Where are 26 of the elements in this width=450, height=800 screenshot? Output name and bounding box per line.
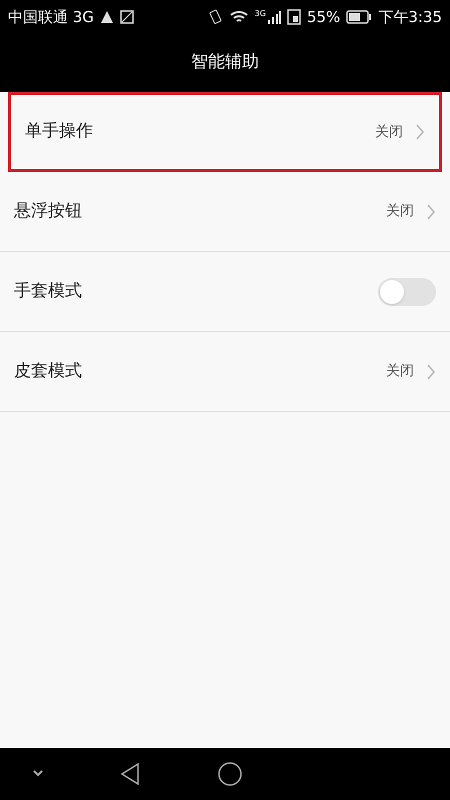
settings-row[interactable]: 单手操作 关闭 bbox=[8, 92, 442, 172]
network-label: 3G bbox=[254, 10, 266, 18]
row-label: 悬浮按钮 bbox=[14, 200, 83, 223]
sim-icon bbox=[286, 9, 301, 25]
row-value: 关闭 bbox=[386, 202, 414, 221]
battery-icon bbox=[346, 10, 372, 24]
home-icon[interactable] bbox=[218, 762, 242, 786]
battery-percent: 55% bbox=[306, 6, 340, 28]
image-icon bbox=[120, 10, 134, 24]
vibrate-icon bbox=[206, 9, 223, 25]
carrier-text: 中国联通 3G bbox=[8, 6, 94, 28]
back-icon[interactable] bbox=[120, 763, 140, 785]
signal-icon bbox=[266, 10, 281, 24]
chevron-right-icon bbox=[426, 204, 436, 220]
row-label: 皮套模式 bbox=[14, 360, 83, 383]
toggle-switch[interactable] bbox=[378, 278, 436, 306]
row-value: 关闭 bbox=[386, 362, 414, 381]
row-label: 单手操作 bbox=[25, 120, 94, 144]
chevron-right-icon bbox=[426, 364, 436, 380]
chevron-right-icon bbox=[415, 124, 425, 140]
alert-icon bbox=[100, 10, 114, 24]
row-label: 手套模式 bbox=[14, 280, 83, 303]
clock-text: 下午3:35 bbox=[378, 6, 442, 28]
page-title: 智能辅助 bbox=[191, 51, 259, 74]
chevron-down-icon[interactable] bbox=[32, 770, 44, 778]
row-value: 关闭 bbox=[375, 122, 403, 142]
